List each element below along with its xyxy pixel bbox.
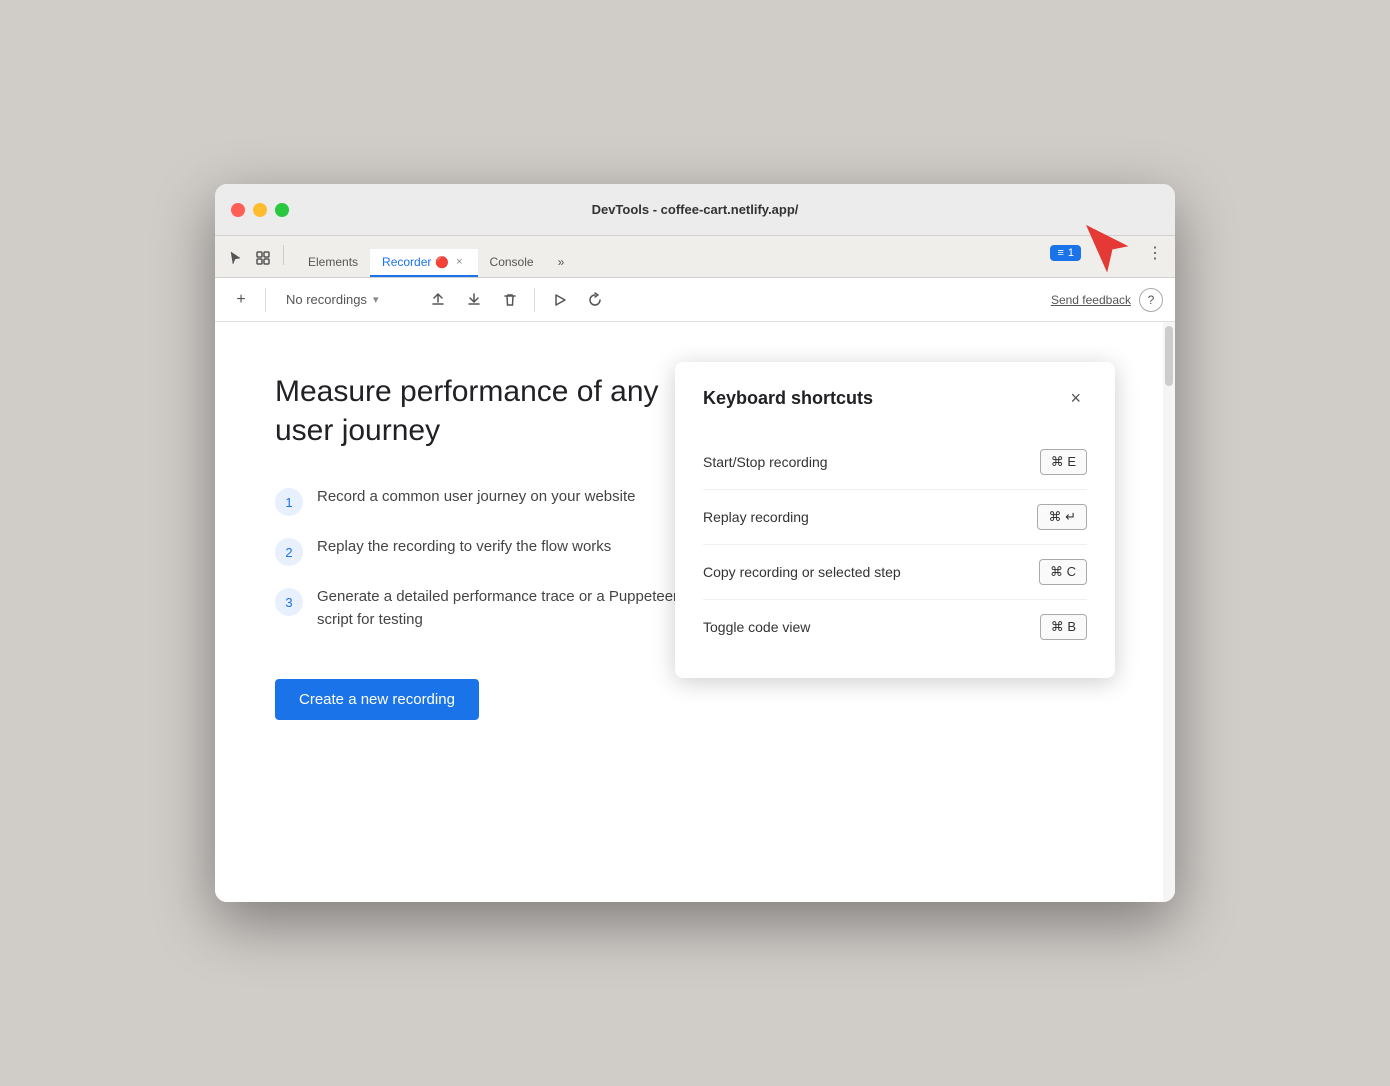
minimize-button[interactable] — [253, 203, 267, 217]
toolbar-divider-2 — [534, 288, 535, 312]
create-recording-button[interactable]: Create a new recording — [275, 679, 479, 720]
tab-recorder[interactable]: Recorder 🔴 × — [370, 249, 478, 277]
devtools-more-button[interactable]: ⋮ — [1143, 239, 1167, 267]
step-text-2: Replay the recording to verify the flow … — [317, 536, 611, 559]
cursor-icon[interactable] — [223, 246, 247, 270]
main-content: Measure performance of any user journey … — [215, 322, 1175, 902]
send-feedback-link[interactable]: Send feedback — [1051, 293, 1131, 307]
maximize-button[interactable] — [275, 203, 289, 217]
recorder-tab-close[interactable]: × — [453, 255, 465, 269]
title-bar: DevTools - coffee-cart.netlify.app/ — [215, 184, 1175, 236]
shortcut-key-2: ⌘ ↵ — [1037, 504, 1087, 530]
tabs-right-area: ≡ 1 ⋮ — [1050, 235, 1167, 277]
tab-console[interactable]: Console — [478, 249, 546, 277]
step-item-1: 1 Record a common user journey on your w… — [275, 486, 705, 516]
play-button[interactable] — [545, 286, 573, 314]
import-icon — [466, 292, 482, 308]
recordings-dropdown[interactable]: No recordings ▾ — [276, 288, 416, 311]
toolbar-right-area: Send feedback ? — [1051, 288, 1163, 312]
main-heading: Measure performance of any user journey — [275, 372, 705, 450]
main-area: Measure performance of any user journey … — [215, 322, 1175, 902]
delete-icon — [502, 292, 518, 308]
devtools-tab-bar: Elements Recorder 🔴 × Console » ≡ 1 ⋮ — [215, 236, 1175, 278]
shortcut-label-1: Start/Stop recording — [703, 454, 828, 470]
step-item-2: 2 Replay the recording to verify the flo… — [275, 536, 705, 566]
tab-divider — [283, 245, 284, 265]
shortcut-key-4: ⌘ B — [1040, 614, 1087, 640]
shortcut-row-4: Toggle code view ⌘ B — [703, 600, 1087, 654]
step-text-1: Record a common user journey on your web… — [317, 486, 636, 509]
devtools-window: DevTools - coffee-cart.netlify.app/ Elem… — [215, 184, 1175, 902]
add-recording-button[interactable]: + — [227, 286, 255, 314]
replay-button[interactable] — [581, 286, 609, 314]
delete-button[interactable] — [496, 286, 524, 314]
shortcut-label-3: Copy recording or selected step — [703, 564, 901, 580]
play-icon — [551, 292, 567, 308]
recorder-toolbar: + No recordings ▾ — [215, 278, 1175, 322]
steps-list: 1 Record a common user journey on your w… — [275, 486, 705, 631]
shortcut-row-2: Replay recording ⌘ ↵ — [703, 490, 1087, 545]
recorder-icon: 🔴 — [435, 256, 449, 269]
shortcut-row-1: Start/Stop recording ⌘ E — [703, 435, 1087, 490]
import-button[interactable] — [460, 286, 488, 314]
shortcut-key-3: ⌘ C — [1039, 559, 1087, 585]
shortcut-label-4: Toggle code view — [703, 619, 810, 635]
tab-elements[interactable]: Elements — [296, 249, 370, 277]
toolbar-divider-1 — [265, 288, 266, 312]
notification-icon: ≡ — [1057, 247, 1063, 259]
export-icon — [430, 292, 446, 308]
shortcut-row-3: Copy recording or selected step ⌘ C — [703, 545, 1087, 600]
modal-close-button[interactable]: × — [1064, 386, 1087, 411]
help-button[interactable]: ? — [1139, 288, 1163, 312]
notification-badge[interactable]: ≡ 1 — [1050, 245, 1081, 261]
replay-icon — [587, 292, 603, 308]
shortcut-key-1: ⌘ E — [1040, 449, 1087, 475]
keyboard-shortcuts-modal: Keyboard shortcuts × Start/Stop recordin… — [675, 362, 1115, 678]
export-button[interactable] — [424, 286, 452, 314]
step-text-3: Generate a detailed performance trace or… — [317, 586, 705, 631]
step-number-2: 2 — [275, 538, 303, 566]
nav-icons — [223, 245, 288, 277]
shortcut-label-2: Replay recording — [703, 509, 809, 525]
dropdown-chevron-icon: ▾ — [373, 293, 379, 306]
scrollbar-thumb[interactable] — [1165, 326, 1173, 386]
inspect-icon[interactable] — [251, 246, 275, 270]
window-controls — [231, 203, 289, 217]
step-item-3: 3 Generate a detailed performance trace … — [275, 586, 705, 631]
window-title: DevTools - coffee-cart.netlify.app/ — [592, 202, 799, 217]
modal-header: Keyboard shortcuts × — [703, 386, 1087, 411]
step-number-3: 3 — [275, 588, 303, 616]
scrollbar[interactable] — [1163, 322, 1175, 902]
tab-more[interactable]: » — [546, 249, 577, 277]
step-number-1: 1 — [275, 488, 303, 516]
modal-title: Keyboard shortcuts — [703, 388, 873, 409]
close-button[interactable] — [231, 203, 245, 217]
